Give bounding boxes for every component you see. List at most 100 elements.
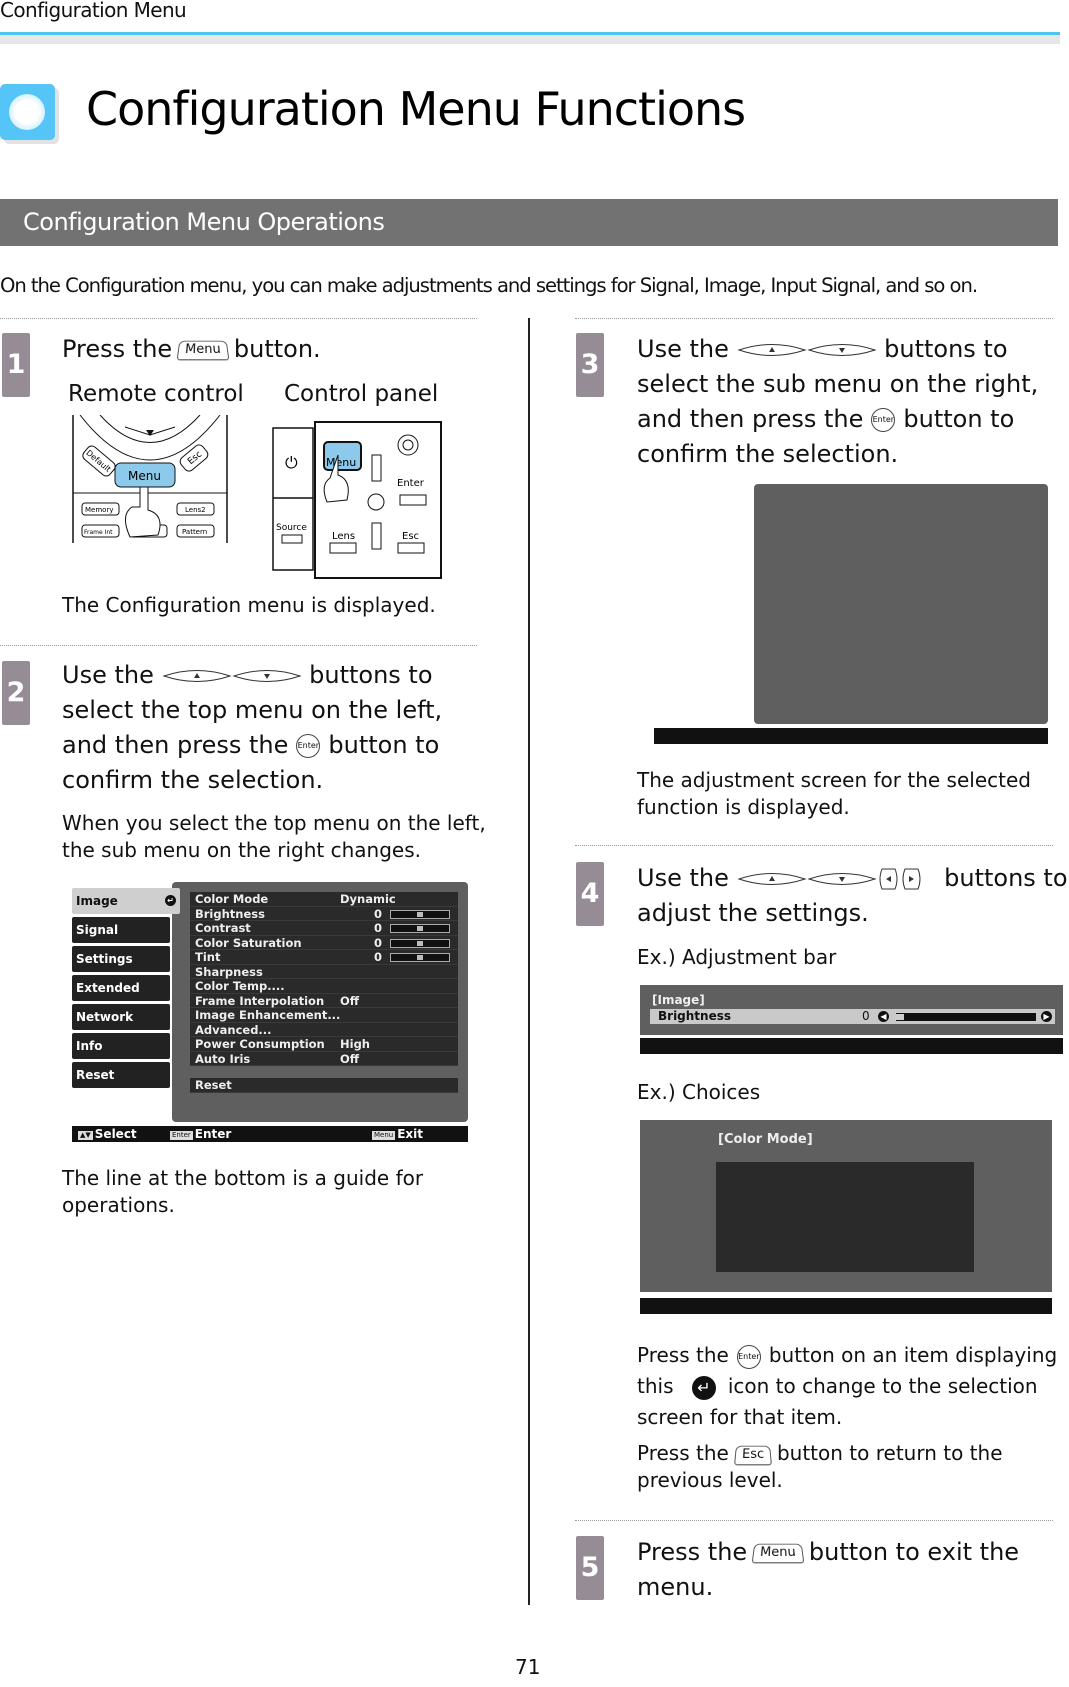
page-number: 71 — [515, 1655, 541, 1679]
osd-adjust-bar — [895, 1012, 1037, 1022]
step-2-instruction: Use the buttons to select the top menu o… — [62, 658, 492, 798]
osd-row-bar — [390, 924, 450, 933]
left-arrow-icon: ◀ — [878, 1011, 889, 1022]
osd-guide-key: ▲▼ — [78, 1131, 93, 1140]
intro-text: On the Configuration menu, you can make … — [0, 274, 978, 297]
enter-key-icon: Enter — [736, 1344, 761, 1369]
osd-menu-row: Sharpness — [190, 964, 458, 979]
osd-choices-screenshot: [Color Mode] — [640, 1120, 1052, 1316]
right-arrow-icon: ▶ — [1041, 1011, 1052, 1022]
step-2-note: When you select the top menu on the left… — [62, 811, 486, 862]
selection-screen-icon: ↵ — [691, 1375, 716, 1400]
step-text: Use the — [62, 661, 154, 689]
osd-row-label: Brightness — [195, 906, 265, 921]
osd-menu-row: Power Consumption High — [190, 1037, 458, 1052]
menu-key-icon: Menu — [751, 1543, 805, 1564]
step-5-instruction: Press the Menu button to exit the menu. — [637, 1535, 1067, 1605]
step-number-badge: 2 — [2, 661, 30, 725]
osd-row-value: 0 — [374, 921, 383, 935]
osd-menu-row: Tint 0 — [190, 950, 458, 965]
svg-text:Esc: Esc — [402, 531, 419, 542]
svg-text:Lens: Lens — [332, 531, 355, 542]
adjustment-bar-example-label: Ex.) Adjustment bar — [637, 945, 837, 969]
osd-row-label: Sharpness — [195, 964, 263, 979]
header-band — [0, 35, 1060, 44]
osd-row-label: Color Temp.... — [195, 979, 285, 993]
step-number-badge: 3 — [576, 333, 604, 397]
osd-adjust-bar-thumb — [896, 1014, 904, 1020]
osd-guide-key: Enter — [170, 1131, 193, 1140]
osd-menu-row: Color Temp.... — [190, 979, 458, 994]
control-panel-illustration: ⏻ Source Menu Enter Lens Esc — [272, 421, 442, 579]
running-header: Configuration Menu — [0, 0, 187, 22]
osd-row-label: Color Saturation — [195, 935, 302, 950]
svg-text:Frame Int: Frame Int — [84, 529, 113, 536]
step-text: button. — [233, 335, 321, 363]
osd-main-menu-screenshot: Image ↵ Signal Settings Extended Network Info R… — [72, 882, 468, 1142]
osd-adjustment-bar-screenshot: [Image] Brightness 0 ◀ ▶ — [640, 985, 1063, 1057]
osd-menu-row: Color Saturation 0 — [190, 935, 458, 950]
osd-row-label: Power Consumption — [195, 1037, 325, 1051]
menu-key-icon: Menu — [176, 340, 230, 361]
step-text: Use the — [637, 335, 729, 363]
note-text: Press the — [637, 1441, 729, 1465]
svg-text:Menu: Menu — [326, 456, 356, 469]
osd-row-label: Frame Interpolation — [195, 993, 325, 1008]
remote-control-illustration: Menu Default Esc Memory Lens2 Frame Int … — [72, 415, 228, 543]
step-text: Use the — [637, 864, 729, 892]
osd-menu-row: Contrast 0 — [190, 921, 458, 936]
osd-menu-row: Advanced... — [190, 1023, 458, 1037]
osd-spacer — [190, 1066, 458, 1078]
osd-guide-item: ▲▼ Select — [78, 1127, 137, 1141]
osd-row-label: Tint — [195, 950, 221, 964]
step-divider — [0, 318, 477, 319]
step-text: Press the — [62, 335, 173, 363]
osd-row-bar-thumb — [417, 940, 423, 946]
osd-row-label: Image Enhancement... — [195, 1008, 341, 1022]
osd-row-value: Off — [340, 993, 360, 1008]
step-4-enter-note: Press the Enter button on an item displayi… — [637, 1340, 1067, 1433]
osd-menu-row: Frame Interpolation Off — [190, 993, 458, 1008]
osd-menu-row: Auto Iris Off — [190, 1051, 458, 1066]
osd-row-label: Color Mode — [195, 892, 269, 906]
osd-row-value: 0 — [374, 950, 383, 964]
esc-key-icon: Esc — [733, 1445, 772, 1465]
section-heading-bar: Configuration Menu Operations — [0, 199, 1058, 246]
osd-row-bar-thumb — [417, 911, 423, 917]
osd-tab-network: Network — [72, 1004, 170, 1030]
osd-row-value: High — [340, 1037, 370, 1051]
step-text: Press the — [637, 1538, 748, 1566]
step-divider — [575, 845, 1053, 846]
remote-menu-button-label: Menu — [128, 469, 161, 483]
osd-adjust-value: 0 — [862, 1009, 870, 1023]
step-3-note: The adjustment screen for the selected f… — [637, 768, 1031, 819]
note-text: Press the — [637, 1343, 729, 1367]
osd-choices-heading: [Color Mode] — [718, 1132, 813, 1147]
osd-row-value: 0 — [374, 906, 383, 921]
osd-tab-extended: Extended — [72, 975, 170, 1001]
osd-tab-reset: Reset — [72, 1062, 170, 1088]
osd-row-label: Auto Iris — [195, 1051, 251, 1066]
osd-tab-settings: Settings — [72, 946, 170, 972]
step-divider — [575, 318, 1053, 319]
step-3-instruction: Use the buttons to select the sub menu o… — [637, 332, 1067, 472]
osd-row-value: 0 — [374, 935, 383, 950]
osd-adjust-heading: [Image] — [652, 993, 705, 1007]
osd-row-bar-thumb — [417, 955, 423, 960]
osd-menu-row: Color Mode Dynamic — [190, 892, 458, 907]
osd-guide-item: Menu Exit — [372, 1127, 424, 1141]
osd-menu-row: Image Enhancement... — [190, 1008, 458, 1023]
osd-guide-item: Enter Enter — [170, 1127, 232, 1141]
arrow-buttons-icon — [736, 868, 920, 890]
enter-mark-icon: ↵ — [165, 895, 176, 906]
osd-row-bar-thumb — [417, 926, 423, 931]
step-1-note: The Configuration menu is displayed. — [62, 593, 436, 617]
section-heading: Configuration Menu Operations — [23, 208, 385, 236]
chapter-icon — [0, 84, 55, 140]
svg-text:Enter: Enter — [397, 478, 425, 489]
svg-text:Source: Source — [276, 523, 307, 533]
svg-text:Memory: Memory — [85, 506, 113, 514]
up-down-buttons-icon — [736, 344, 877, 356]
osd-row-bar — [390, 909, 450, 919]
osd-row-label: Contrast — [195, 921, 251, 935]
